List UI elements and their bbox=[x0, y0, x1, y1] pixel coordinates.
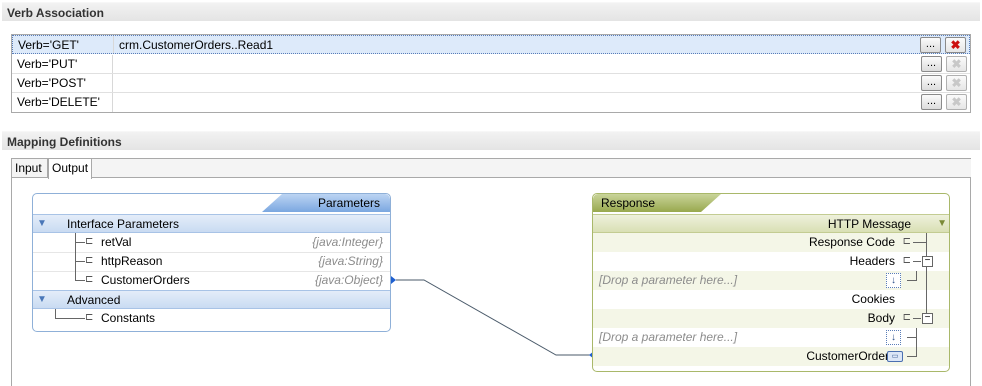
triangle-down-icon[interactable]: ▼ bbox=[937, 218, 947, 229]
param-type: {java:Integer} bbox=[312, 235, 383, 249]
tree-line bbox=[916, 271, 917, 281]
resp-row-drop-body[interactable]: [Drop a parameter here...] ↓ bbox=[593, 328, 949, 347]
tree-row-httpreason[interactable]: ⊏ httpReason {java:String} bbox=[33, 252, 390, 271]
group-interface-parameters[interactable]: ▼ Interface Parameters bbox=[33, 214, 390, 233]
tree-line bbox=[75, 242, 85, 243]
tree-line bbox=[926, 309, 927, 313]
tree-line bbox=[913, 318, 921, 319]
tree-line bbox=[75, 261, 85, 262]
tree-node-icon: ⊏ bbox=[902, 312, 911, 323]
group-advanced[interactable]: ▼ Advanced bbox=[33, 290, 390, 309]
field-label: Body bbox=[867, 311, 895, 325]
group-label: Interface Parameters bbox=[67, 217, 180, 231]
object-icon: ▭ bbox=[887, 351, 903, 362]
parameters-title: Parameters bbox=[317, 196, 380, 210]
tree-row-retval[interactable]: ⊏ retVal {java:Integer} bbox=[33, 233, 390, 252]
tree-node-icon: ⊏ bbox=[902, 236, 911, 247]
tree-line bbox=[926, 271, 927, 290]
down-arrow-icon[interactable]: ↓ bbox=[886, 273, 901, 288]
minus-icon[interactable]: − bbox=[922, 313, 933, 324]
tree-line bbox=[926, 233, 927, 252]
tree-line bbox=[913, 242, 927, 243]
param-type: {java:Object} bbox=[314, 273, 383, 287]
tree-node-icon: ⊏ bbox=[85, 236, 94, 247]
param-name: Constants bbox=[101, 311, 156, 325]
tree-line bbox=[55, 318, 85, 319]
param-name: CustomerOrders bbox=[101, 273, 190, 287]
tree-line bbox=[926, 252, 927, 256]
group-label: Advanced bbox=[67, 293, 121, 307]
tree-line bbox=[916, 328, 917, 347]
tree-line bbox=[75, 280, 85, 281]
param-type: {java:String} bbox=[318, 254, 383, 268]
minus-icon[interactable]: − bbox=[922, 256, 933, 267]
down-arrow-icon[interactable]: ↓ bbox=[886, 330, 901, 345]
group-http-message[interactable]: HTTP Message ▼ bbox=[593, 214, 949, 233]
drop-placeholder: [Drop a parameter here...] bbox=[599, 273, 738, 287]
parameters-title-bar: Parameters bbox=[262, 194, 390, 212]
resp-row-response-code[interactable]: Response Code ⊏ bbox=[593, 233, 949, 252]
resp-row-cookies[interactable]: Cookies bbox=[593, 290, 949, 309]
field-label: Response Code bbox=[808, 235, 895, 249]
tree-line bbox=[916, 347, 917, 357]
tree-row-customerorders[interactable]: ⊏ CustomerOrders {java:Object} bbox=[33, 271, 390, 290]
resp-row-body[interactable]: Body ⊏ − bbox=[593, 309, 949, 328]
field-label: CustomerOrders bbox=[806, 349, 895, 363]
group-label: HTTP Message bbox=[827, 217, 911, 231]
resp-row-customerorders[interactable]: CustomerOrders ▭ bbox=[593, 347, 949, 366]
triangle-down-icon[interactable]: ▼ bbox=[37, 294, 47, 305]
tree-node-icon: ⊏ bbox=[85, 312, 94, 323]
tree-node-icon: ⊏ bbox=[85, 274, 94, 285]
tree-line bbox=[913, 261, 921, 262]
tree-line bbox=[926, 290, 927, 309]
tab-output[interactable]: Output bbox=[48, 158, 92, 179]
resp-row-drop-headers[interactable]: [Drop a parameter here...] ↓ bbox=[593, 271, 949, 290]
parameters-panel: Parameters ▼ Interface Parameters ⊏ retV… bbox=[32, 193, 391, 332]
field-label: Headers bbox=[849, 254, 895, 268]
response-title: Response bbox=[601, 196, 656, 210]
tree-row-constants[interactable]: ⊏ Constants bbox=[33, 309, 390, 328]
resp-row-headers[interactable]: Headers ⊏ − bbox=[593, 252, 949, 271]
param-name: httpReason bbox=[101, 254, 163, 268]
param-name: retVal bbox=[101, 235, 132, 249]
triangle-down-icon[interactable]: ▼ bbox=[37, 218, 47, 229]
tree-node-icon: ⊏ bbox=[902, 255, 911, 266]
tree-node-icon: ⊏ bbox=[85, 255, 94, 266]
field-label: Cookies bbox=[851, 292, 895, 306]
drop-placeholder: [Drop a parameter here...] bbox=[599, 330, 738, 344]
response-title-bar: Response bbox=[593, 194, 721, 212]
response-panel: Response HTTP Message ▼ Response Code ⊏ … bbox=[592, 193, 950, 372]
